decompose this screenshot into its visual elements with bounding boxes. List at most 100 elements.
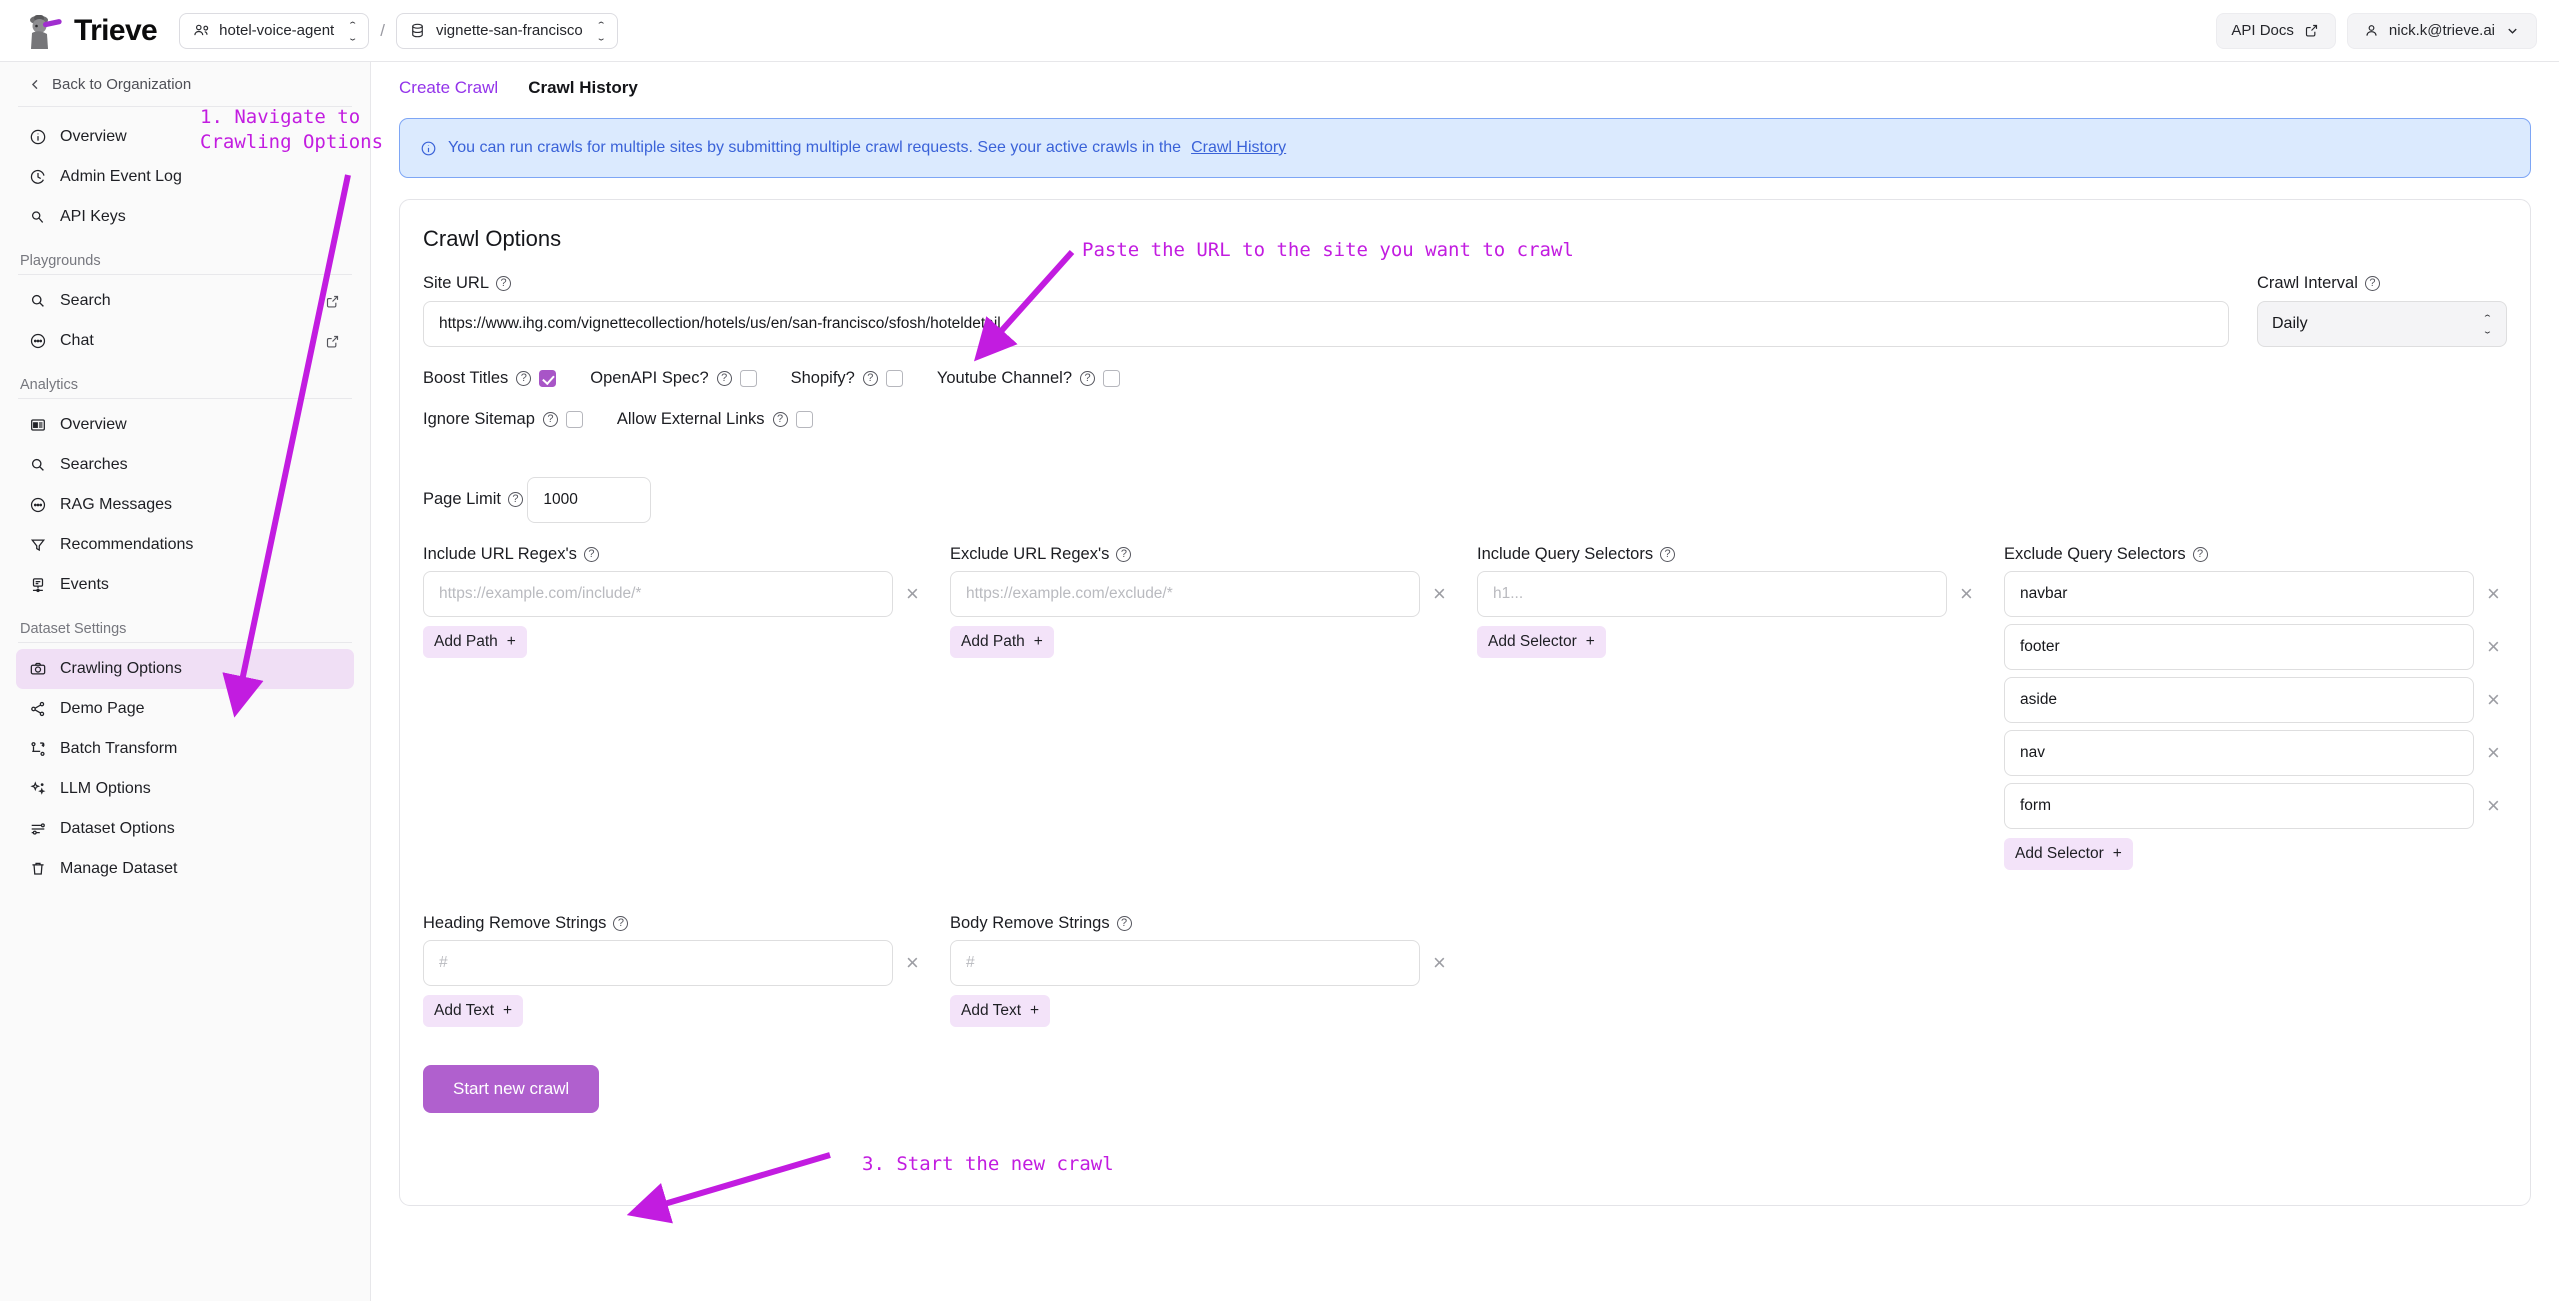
add-path-button[interactable]: Add Path + [423,626,527,658]
organization-selector-label: hotel-voice-agent [219,22,335,39]
checkbox-box[interactable] [885,370,903,387]
add-text-button[interactable]: Add Text + [423,995,524,1027]
checkbox-box[interactable] [795,411,813,428]
page-limit-input[interactable] [527,477,652,523]
include-url-regex-input[interactable] [423,571,893,617]
help-icon[interactable]: ? [862,371,878,386]
help-icon[interactable]: ? [583,547,599,562]
sidebar-item-manage-dataset[interactable]: Manage Dataset [16,849,354,889]
sidebar-item-label: Chat [60,332,94,349]
help-icon[interactable]: ? [516,371,532,386]
add-path-button[interactable]: Add Path + [950,626,1054,658]
remove-row-button[interactable]: × [2487,636,2500,658]
checkbox-box[interactable] [565,411,583,428]
sidebar-item-label: Dataset Options [60,820,175,837]
checkbox-shopify[interactable]: Shopify? ? [791,369,903,388]
body-remove-string-input[interactable] [950,940,1420,986]
batch-transform-icon [28,740,47,759]
remove-row-button[interactable]: × [906,952,919,974]
page-limit-label: Page Limit [423,490,501,508]
help-icon[interactable]: ? [772,412,788,427]
exclude-query-selector-input[interactable] [2004,571,2474,617]
tab-crawl-history[interactable]: Crawl History [528,78,638,98]
remove-row-button[interactable]: × [1960,583,1973,605]
help-icon[interactable]: ? [613,916,629,931]
site-url-label: Site URL [423,274,490,292]
sidebar-item-api-keys[interactable]: API Keys [16,197,354,237]
help-icon[interactable]: ? [2192,547,2208,562]
exclude-query-selector-input[interactable] [2004,624,2474,670]
sidebar-item-admin-event-log[interactable]: Admin Event Log [16,157,354,197]
help-icon[interactable]: ? [1660,547,1676,562]
selector-columns: Include URL Regex's ? × Add Path + Exclu… [423,545,2507,870]
selector-row: × [2004,730,2531,776]
checkbox-box[interactable] [739,370,757,387]
site-url-input[interactable] [423,301,2229,347]
checkbox-allow-external-links[interactable]: Allow External Links ? [617,410,813,429]
sidebar-item-events[interactable]: Events [16,565,354,605]
remove-row-button[interactable]: × [1433,952,1446,974]
sidebar-item-label: Recommendations [60,536,194,553]
add-selector-button[interactable]: Add Selector + [1477,626,1606,658]
selector-row: × [2004,624,2531,670]
api-docs-button[interactable]: API Docs [2216,12,2336,49]
dashboard-icon [28,416,47,435]
sidebar-item-analytics-overview[interactable]: Overview [16,405,354,445]
sidebar-item-search[interactable]: Search [16,281,354,321]
exclude-query-selector-input[interactable] [2004,783,2474,829]
back-to-organization-link[interactable]: Back to Organization [16,62,354,106]
checkbox-ignore-sitemap[interactable]: Ignore Sitemap ? [423,410,583,429]
help-icon[interactable]: ? [542,412,558,427]
remove-row-button[interactable]: × [2487,742,2500,764]
start-new-crawl-button[interactable]: Start new crawl [423,1065,600,1113]
sliders-icon [28,820,47,839]
sidebar-item-rag-messages[interactable]: RAG Messages [16,485,354,525]
sidebar-item-demo-page[interactable]: Demo Page [16,689,354,729]
help-icon[interactable]: ? [1080,371,1096,386]
remove-row-button[interactable]: × [2487,689,2500,711]
selector-row: × [2004,571,2531,617]
sidebar-item-llm-options[interactable]: LLM Options [16,769,354,809]
chat-bubble-icon [28,496,47,515]
add-text-button[interactable]: Add Text + [950,995,1051,1027]
sidebar-item-label: Events [60,576,109,593]
remove-row-button[interactable]: × [2487,795,2500,817]
include-query-selector-input[interactable] [1477,571,1947,617]
checkbox-box[interactable] [539,370,557,387]
help-icon[interactable]: ? [2364,276,2380,291]
sidebar-item-crawling-options[interactable]: Crawling Options [16,649,354,689]
remove-row-button[interactable]: × [906,583,919,605]
help-icon[interactable]: ? [1116,547,1132,562]
help-icon[interactable]: ? [1116,916,1132,931]
sidebar-item-dataset-options[interactable]: Dataset Options [16,809,354,849]
tab-create-crawl[interactable]: Create Crawl [399,78,498,98]
crawl-history-link[interactable]: Crawl History [1191,139,1286,157]
checkbox-openapi-spec[interactable]: OpenAPI Spec? ? [590,369,757,388]
checkbox-boost-titles[interactable]: Boost Titles ? [423,369,557,388]
checkbox-box[interactable] [1103,370,1121,387]
heading-remove-string-input[interactable] [423,940,893,986]
checkbox-youtube-channel[interactable]: Youtube Channel? ? [937,369,1121,388]
account-menu-button[interactable]: nick.k@trieve.ai [2346,12,2537,49]
help-icon[interactable]: ? [507,492,523,507]
help-icon[interactable]: ? [496,276,512,291]
remove-row-button[interactable]: × [1433,583,1446,605]
exclude-url-regex-input[interactable] [950,571,1420,617]
crawl-interval-select[interactable]: Daily ⌃ ⌄ [2257,301,2507,347]
sidebar-item-recommendations[interactable]: Recommendations [16,525,354,565]
sidebar-item-label: Search [60,292,111,309]
exclude-query-selector-input[interactable] [2004,677,2474,723]
help-icon[interactable]: ? [716,371,732,386]
add-selector-label: Add Selector [2015,845,2104,862]
organization-selector[interactable]: hotel-voice-agent ⌃ ⌄ [179,12,370,49]
sidebar-group-dataset-settings-title: Dataset Settings [20,621,127,637]
dataset-selector[interactable]: vignette-san-francisco ⌃ ⌄ [395,12,618,49]
exclude-query-selector-input[interactable] [2004,730,2474,776]
database-icon [408,21,427,40]
sidebar-item-chat[interactable]: Chat [16,321,354,361]
remove-row-button[interactable]: × [2487,583,2500,605]
add-selector-button[interactable]: Add Selector + [2004,838,2133,870]
sidebar-item-label: Searches [60,456,128,473]
sidebar-item-batch-transform[interactable]: Batch Transform [16,729,354,769]
sidebar-item-searches[interactable]: Searches [16,445,354,485]
